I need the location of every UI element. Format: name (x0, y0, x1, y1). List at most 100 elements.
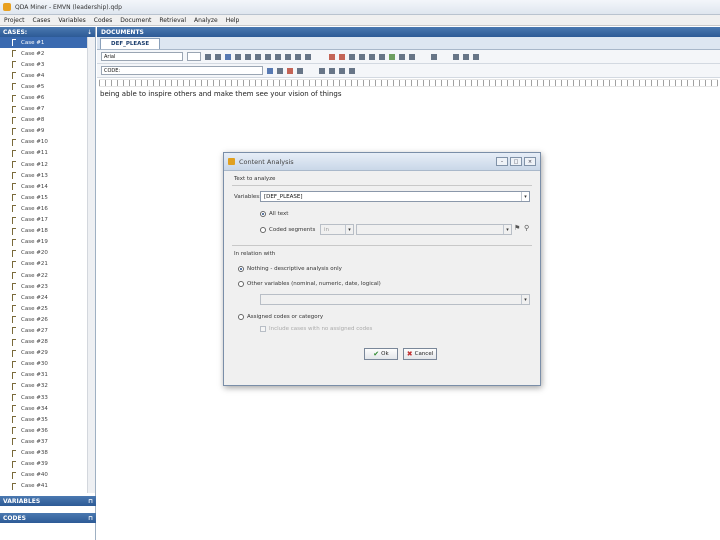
last-case-icon[interactable] (349, 67, 355, 74)
copy-icon[interactable] (379, 53, 385, 60)
case-item[interactable]: Case #28 (0, 337, 95, 348)
coded-segments-radio[interactable]: Coded segments (260, 227, 315, 233)
underline-icon[interactable] (245, 53, 251, 60)
find-icon[interactable] (399, 53, 405, 60)
panel-pin-icon[interactable]: ⇣ (87, 29, 92, 36)
panel-pin-icon[interactable]: ⊓ (88, 498, 93, 505)
bullets-icon[interactable] (305, 53, 311, 60)
menu-project[interactable]: Project (0, 17, 29, 24)
menu-variables[interactable]: Variables (54, 17, 89, 24)
menu-codes[interactable]: Codes (90, 17, 117, 24)
case-item[interactable]: Case #9 (0, 126, 95, 137)
bookmark-icon[interactable] (297, 67, 303, 74)
list-view-icon[interactable] (453, 53, 459, 60)
align-right-icon[interactable] (285, 53, 291, 60)
paste-icon[interactable] (389, 53, 395, 60)
case-item[interactable]: Case #27 (0, 325, 95, 336)
assigned-codes-radio[interactable]: Assigned codes or category (238, 314, 323, 320)
preview-icon[interactable] (339, 53, 345, 60)
remove-code-icon[interactable] (287, 67, 293, 74)
case-item[interactable]: Case #29 (0, 348, 95, 359)
panel-pin-icon[interactable]: ⊓ (88, 515, 93, 522)
filter-icon[interactable]: ⚲ (524, 224, 529, 232)
prev-case-icon[interactable] (329, 67, 335, 74)
case-item[interactable]: Case #3 (0, 59, 95, 70)
nothing-descriptive-radio[interactable]: Nothing - descriptive analysis only (238, 266, 342, 272)
case-item[interactable]: Case #22 (0, 270, 95, 281)
cancel-button[interactable]: ✖ Cancel (403, 348, 437, 360)
menu-document[interactable]: Document (116, 17, 155, 24)
ok-button[interactable]: ✔ Ok (364, 348, 398, 360)
chevron-down-icon[interactable]: ▾ (521, 192, 529, 201)
dialog-titlebar[interactable]: Content Analysis – □ × (224, 153, 540, 171)
sort-icon[interactable] (473, 53, 479, 60)
case-item[interactable]: Case #10 (0, 137, 95, 148)
case-item[interactable]: Case #34 (0, 403, 95, 414)
font-size-select[interactable] (187, 52, 201, 61)
print-icon[interactable] (329, 53, 335, 60)
case-item[interactable]: Case #19 (0, 237, 95, 248)
case-item[interactable]: Case #18 (0, 226, 95, 237)
case-item[interactable]: Case #15 (0, 192, 95, 203)
all-text-radio[interactable]: All text (260, 211, 288, 217)
case-item[interactable]: Case #38 (0, 447, 95, 458)
case-item[interactable]: Case #41 (0, 481, 95, 492)
chevron-down-icon[interactable]: ▾ (521, 295, 529, 304)
case-list-scrollbar[interactable] (87, 37, 95, 493)
case-item[interactable]: Case #17 (0, 215, 95, 226)
variables-panel-header[interactable]: VARIABLES ⊓ (0, 496, 96, 506)
next-case-icon[interactable] (339, 67, 345, 74)
case-item[interactable]: Case #33 (0, 392, 95, 403)
case-item[interactable]: Case #2 (0, 48, 95, 59)
close-icon[interactable]: × (524, 157, 536, 166)
italic-icon[interactable] (235, 53, 241, 60)
case-item[interactable]: Case #30 (0, 359, 95, 370)
justify-icon[interactable] (295, 53, 301, 60)
case-item[interactable]: Case #25 (0, 303, 95, 314)
document-text[interactable]: being able to inspire others and make th… (97, 88, 720, 100)
code-memo-icon[interactable] (277, 67, 283, 74)
case-item[interactable]: Case #8 (0, 115, 95, 126)
case-item[interactable]: Case #31 (0, 370, 95, 381)
other-variables-select[interactable]: ▾ (260, 294, 530, 305)
case-item[interactable]: Case #39 (0, 459, 95, 470)
variables-select[interactable]: [DEF_PLEASE] ▾ (260, 191, 530, 202)
chevron-down-icon[interactable]: ▾ (503, 225, 511, 234)
highlight-icon[interactable] (215, 53, 221, 60)
minimize-icon[interactable]: – (496, 157, 508, 166)
outline-icon[interactable] (463, 53, 469, 60)
menu-retrieval[interactable]: Retrieval (155, 17, 190, 24)
case-item[interactable]: Case #13 (0, 170, 95, 181)
case-item[interactable]: Case #24 (0, 292, 95, 303)
undo-icon[interactable] (359, 53, 365, 60)
case-item[interactable]: Case #14 (0, 181, 95, 192)
case-item[interactable]: Case #21 (0, 259, 95, 270)
menu-cases[interactable]: Cases (29, 17, 55, 24)
strikeout-icon[interactable] (255, 53, 261, 60)
case-item[interactable]: Case #1 (0, 37, 95, 49)
cut-icon[interactable] (369, 53, 375, 60)
case-item[interactable]: Case #36 (0, 425, 95, 436)
case-item[interactable]: Case #40 (0, 470, 95, 481)
case-item[interactable]: Case #23 (0, 281, 95, 292)
bold-icon[interactable] (225, 53, 231, 60)
maximize-icon[interactable]: □ (510, 157, 522, 166)
case-item[interactable]: Case #35 (0, 414, 95, 425)
spell-icon[interactable] (349, 53, 355, 60)
case-item[interactable]: Case #5 (0, 81, 95, 92)
codes-panel-header[interactable]: CODES ⊓ (0, 513, 96, 523)
code-picker-icon[interactable]: ⚑ (514, 224, 520, 232)
case-item[interactable]: Case #4 (0, 70, 95, 81)
text-color-icon[interactable] (205, 53, 211, 60)
replace-icon[interactable] (409, 53, 415, 60)
align-center-icon[interactable] (275, 53, 281, 60)
case-item[interactable]: Case #32 (0, 381, 95, 392)
menu-analyze[interactable]: Analyze (190, 17, 222, 24)
code-list-select[interactable]: ▾ (356, 224, 512, 235)
font-select[interactable]: Arial (101, 52, 183, 61)
case-item[interactable]: Case #20 (0, 248, 95, 259)
case-item[interactable]: Case #26 (0, 314, 95, 325)
add-code-icon[interactable] (267, 67, 273, 74)
case-item[interactable]: Case #37 (0, 436, 95, 447)
first-case-icon[interactable] (319, 67, 325, 74)
